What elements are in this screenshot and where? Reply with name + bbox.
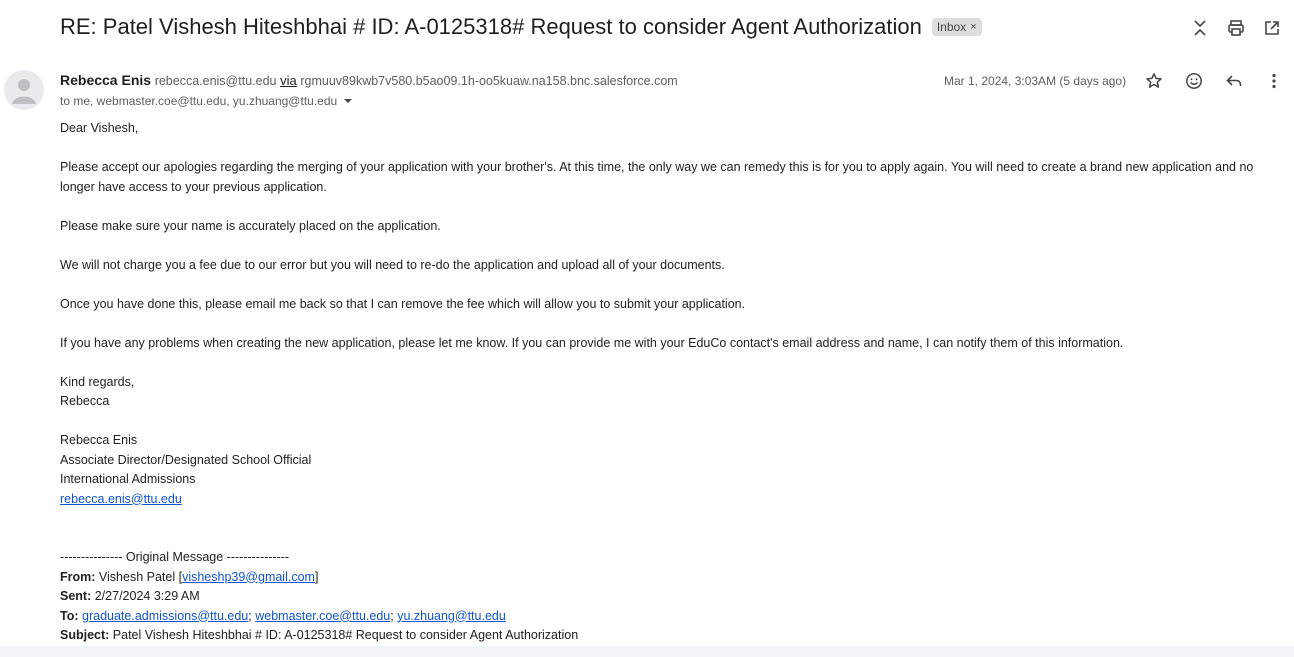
signature-title: Associate Director/Designated School Off… — [60, 452, 312, 467]
body-paragraph-1: Please accept our apologies regarding th… — [60, 160, 1254, 194]
closing-name: Rebecca — [60, 394, 110, 408]
message-body: Dear Vishesh, Please accept our apologie… — [60, 119, 1275, 646]
body-paragraph-2: Please make sure your name is accurately… — [60, 218, 441, 233]
more-options-icon[interactable] — [1262, 69, 1286, 93]
print-icon[interactable] — [1224, 16, 1248, 40]
body-paragraph-3: We will not charge you a fee due to our … — [60, 257, 725, 272]
original-message: --------------- Original Message -------… — [60, 548, 1275, 646]
signature-block: Rebecca Enis Associate Director/Designat… — [60, 431, 1275, 509]
via-link[interactable]: via — [280, 73, 297, 88]
sender-name[interactable]: Rebecca Enis — [60, 72, 151, 88]
remove-label-icon[interactable]: × — [970, 21, 976, 33]
recipients-row[interactable]: to me, webmaster.coe@ttu.edu, yu.zhuang@… — [60, 94, 355, 108]
original-from-row: From: Vishesh Patel [visheshp39@gmail.co… — [60, 568, 1275, 588]
subject-value: Patel Vishesh Hiteshbhai # ID: A-0125318… — [112, 628, 579, 642]
recipients-text: to me, webmaster.coe@ttu.edu, yu.zhuang@… — [60, 94, 338, 108]
collapse-all-icon[interactable] — [1188, 16, 1212, 40]
emoji-reaction-icon[interactable] — [1182, 69, 1206, 93]
sender-avatar[interactable] — [4, 70, 44, 110]
to-link-1[interactable]: graduate.admissions@ttu.edu — [82, 609, 248, 623]
inbox-label-chip[interactable]: Inbox × — [931, 18, 982, 36]
via-domain: rgmuuv89kwb7v580.b5ao09.1h-oo5kuaw.na158… — [300, 74, 678, 88]
message-actions — [1142, 69, 1286, 93]
to-separator: ; — [390, 608, 394, 623]
subject-row: RE: Patel Vishesh Hiteshbhai # ID: A-012… — [60, 14, 982, 40]
thread-actions — [1188, 16, 1284, 40]
greeting: Dear Vishesh, — [60, 121, 139, 135]
signature-name: Rebecca Enis — [60, 433, 138, 447]
reply-icon[interactable] — [1222, 69, 1246, 93]
to-label: To: — [60, 608, 79, 623]
sent-value: 2/27/2024 3:29 AM — [94, 589, 200, 603]
from-email-link[interactable]: visheshp39@gmail.com — [182, 570, 315, 584]
signature-department: International Admissions — [60, 472, 196, 486]
to-link-3[interactable]: yu.zhuang@ttu.edu — [397, 609, 506, 623]
sender-email: rebecca.enis@ttu.edu — [154, 74, 277, 88]
email-subject: RE: Patel Vishesh Hiteshbhai # ID: A-012… — [60, 14, 922, 39]
body-paragraph-5: If you have any problems when creating t… — [60, 335, 1124, 350]
open-in-new-window-icon[interactable] — [1260, 16, 1284, 40]
inbox-label-text: Inbox — [936, 20, 967, 34]
from-label: From: — [60, 569, 96, 584]
body-paragraph-4: Once you have done this, please email me… — [60, 296, 746, 311]
signature-email-link[interactable]: rebecca.enis@ttu.edu — [60, 492, 182, 506]
to-link-2[interactable]: webmaster.coe@ttu.edu — [255, 609, 390, 623]
closing-block: Kind regards, Rebecca — [60, 373, 1275, 412]
sender-row: Rebecca Enis rebecca.enis@ttu.edu via rg… — [60, 72, 678, 88]
original-subject-row: Subject: Patel Vishesh Hiteshbhai # ID: … — [60, 626, 1275, 646]
original-sent-row: Sent: 2/27/2024 3:29 AM — [60, 587, 1275, 607]
original-to-row: To: graduate.admissions@ttu.edu; webmast… — [60, 607, 1275, 627]
show-details-icon[interactable] — [341, 94, 355, 108]
from-close-bracket: ] — [314, 569, 319, 584]
sent-label: Sent: — [60, 589, 92, 603]
default-avatar-icon — [12, 79, 36, 104]
bottom-bar — [0, 646, 1294, 657]
to-separator: ; — [248, 608, 252, 623]
subject-label: Subject: — [60, 628, 110, 642]
closing-line: Kind regards, — [60, 374, 135, 389]
original-divider: --------------- Original Message -------… — [60, 550, 290, 564]
star-icon[interactable] — [1142, 69, 1166, 93]
from-name: Vishesh Patel [ — [98, 569, 183, 584]
message-date: Mar 1, 2024, 3:03AM (5 days ago) — [944, 74, 1127, 88]
